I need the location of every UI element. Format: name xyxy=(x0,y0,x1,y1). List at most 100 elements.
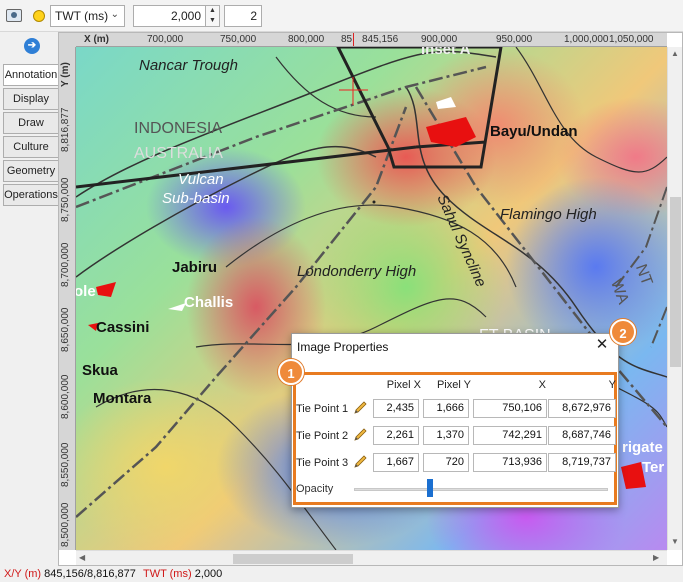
y-tick: 8,816,877 xyxy=(60,107,71,153)
map-label: Inset A xyxy=(421,47,471,58)
x-ruler-title: X (m) xyxy=(84,34,109,45)
pencil-icon[interactable] xyxy=(353,427,368,442)
map-label: Sub-basin xyxy=(162,190,230,207)
ruler-corner xyxy=(59,33,76,47)
y-ruler: Y (m) 8,816,877 8,750,000 8,700,000 8,65… xyxy=(59,47,76,550)
tab-annotation[interactable]: Annotation xyxy=(3,64,59,86)
status-xy-label: X/Y (m) xyxy=(4,568,42,580)
y-ruler-title: Y (m) xyxy=(60,62,71,87)
horizontal-scroll-thumb[interactable] xyxy=(233,554,353,564)
status-twt-label: TWT (ms) xyxy=(142,568,192,580)
field-marker xyxy=(436,97,456,109)
y-tick: 8,600,000 xyxy=(60,374,71,420)
x-field[interactable]: 742,291 xyxy=(473,426,547,445)
tie-point-label: Tie Point 2 xyxy=(296,430,349,442)
tie-point-panel: Pixel X Pixel Y X Y Tie Point 1 2,435 1,… xyxy=(293,372,617,505)
map-label: Londonderry High xyxy=(297,263,417,280)
map-label: AUSTRALIA xyxy=(134,145,223,162)
horizontal-scrollbar[interactable]: ◀ ▶ xyxy=(76,550,667,565)
domain-select-value: TWT (ms) xyxy=(55,9,109,23)
navigate-arrow-icon[interactable]: ➔ xyxy=(24,38,40,54)
toolbar: TWT (ms) ⌄ 2,000 ▲ ▼ 2 xyxy=(0,0,683,32)
header-pixel-x: Pixel X xyxy=(386,379,421,391)
x-field[interactable]: 750,106 xyxy=(473,399,547,418)
x-tick: 85 xyxy=(341,34,353,45)
pencil-icon[interactable] xyxy=(353,454,368,469)
pixel-x-field[interactable]: 2,435 xyxy=(373,399,419,418)
vertical-scrollbar[interactable]: ▲ ▼ xyxy=(667,47,682,550)
map-label: ole xyxy=(76,283,96,300)
side-panel: ➔ Annotation Display Draw Culture Geomet… xyxy=(0,32,59,562)
chevron-down-icon: ⌄ xyxy=(110,9,119,20)
basin-outline xyxy=(515,47,667,173)
border-line xyxy=(650,306,667,348)
x-tick: 1,050,000 xyxy=(609,34,654,45)
stepper-down-icon[interactable]: ▼ xyxy=(206,16,219,26)
x-cursor-line xyxy=(353,33,354,46)
opacity-slider-track[interactable] xyxy=(354,488,608,491)
x-tick: 800,000 xyxy=(288,34,325,45)
step-input[interactable]: 2 xyxy=(224,5,262,27)
tie-point-label: Tie Point 1 xyxy=(296,403,349,415)
x-field[interactable]: 713,936 xyxy=(473,453,547,472)
map-label: rigate xyxy=(622,439,663,456)
stepper-up-icon[interactable]: ▲ xyxy=(206,6,219,16)
pencil-icon[interactable] xyxy=(353,400,368,415)
map-label: Flamingo High xyxy=(500,206,597,223)
x-cursor-readout: 845,156 xyxy=(362,34,399,45)
y-tick: 8,650,000 xyxy=(60,307,71,353)
camera-icon[interactable] xyxy=(6,9,22,22)
map-label: Montara xyxy=(93,390,152,407)
callout-badge-2: 2 xyxy=(610,319,636,345)
inset-box xyxy=(336,47,503,169)
x-tick: 950,000 xyxy=(496,34,533,45)
y-tick: 8,500,000 xyxy=(60,502,71,548)
opacity-label: Opacity xyxy=(296,483,334,495)
x-tick: 750,000 xyxy=(220,34,257,45)
depth-input[interactable]: 2,000 xyxy=(133,5,206,27)
y-field[interactable]: 8,687,746 xyxy=(548,426,616,445)
basin-outline xyxy=(76,145,377,278)
scroll-right-icon[interactable]: ▶ xyxy=(653,553,659,562)
map-label: Bayu/Undan xyxy=(490,123,578,140)
header-x: X xyxy=(538,379,546,391)
status-bar: X/Y (m) 845,156/8,816,877 TWT (ms) 2,000 xyxy=(0,566,683,582)
pixel-y-field[interactable]: 1,370 xyxy=(423,426,469,445)
gas-field xyxy=(96,282,116,297)
tab-display[interactable]: Display xyxy=(3,88,59,110)
dialog-title: Image Properties xyxy=(297,340,389,354)
pixel-y-field[interactable]: 720 xyxy=(423,453,469,472)
pixel-x-field[interactable]: 1,667 xyxy=(373,453,419,472)
y-tick: 8,750,000 xyxy=(60,177,71,223)
scroll-up-icon[interactable]: ▲ xyxy=(671,49,679,58)
y-field[interactable]: 8,672,976 xyxy=(548,399,616,418)
image-properties-dialog: Image Properties ✕ Pixel X Pixel Y X Y T… xyxy=(291,333,619,508)
domain-select[interactable]: TWT (ms) ⌄ xyxy=(50,5,125,27)
map-label: Ter xyxy=(642,459,665,476)
map-label: Nancar Trough xyxy=(139,57,238,74)
y-tick: 8,550,000 xyxy=(60,442,71,488)
tab-geometry[interactable]: Geometry xyxy=(3,160,59,182)
opacity-slider-thumb[interactable] xyxy=(427,479,434,497)
tab-culture[interactable]: Culture xyxy=(3,136,59,158)
pixel-y-field[interactable]: 1,666 xyxy=(423,399,469,418)
inset-line xyxy=(76,145,417,189)
close-icon[interactable]: ✕ xyxy=(594,337,610,353)
map-label: Cassini xyxy=(96,319,150,336)
pixel-x-field[interactable]: 2,261 xyxy=(373,426,419,445)
scroll-left-icon[interactable]: ◀ xyxy=(79,553,85,562)
header-y: Y xyxy=(608,379,616,391)
status-xy-value: 845,156/8,816,877 xyxy=(44,568,136,580)
status-twt-value: 2,000 xyxy=(194,568,223,580)
vertical-scroll-thumb[interactable] xyxy=(670,197,681,367)
depth-stepper[interactable]: ▲ ▼ xyxy=(205,5,220,27)
y-field[interactable]: 8,719,737 xyxy=(548,453,616,472)
x-tick: 900,000 xyxy=(421,34,458,45)
x-ruler: X (m) 700,000 750,000 800,000 85 845,156… xyxy=(76,33,667,47)
tab-operations[interactable]: Operations xyxy=(3,184,59,206)
scroll-down-icon[interactable]: ▼ xyxy=(671,537,679,546)
map-label: Skua xyxy=(82,362,118,379)
status-dot-icon[interactable] xyxy=(33,10,45,22)
tab-draw[interactable]: Draw xyxy=(3,112,59,134)
tie-point-label: Tie Point 3 xyxy=(296,457,349,469)
